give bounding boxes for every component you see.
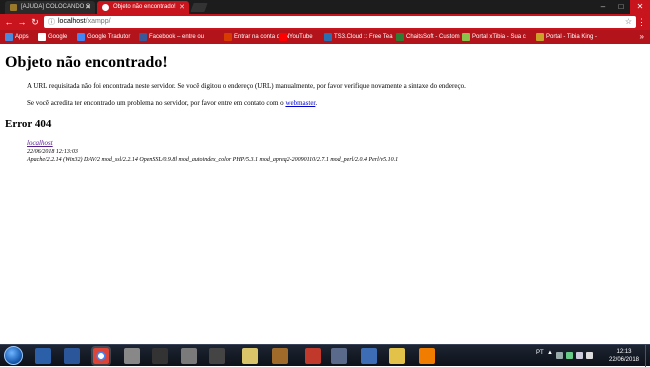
word-icon[interactable] (64, 348, 80, 364)
chaitssoft-icon (396, 33, 404, 41)
tab-close-icon[interactable]: ✕ (179, 1, 185, 14)
localhost-link[interactable]: localhost (27, 139, 53, 147)
bookmark-xtibia[interactable]: Portal xTibia - Sua c (461, 30, 533, 44)
webmaster-link[interactable]: webmaster (285, 99, 315, 107)
tab-label: [AJUDA] COLOCANDO S (21, 4, 91, 10)
tray-expand-icon[interactable]: ▲ (547, 350, 553, 356)
xtibia-icon (462, 33, 470, 41)
maximize-button[interactable]: □ (612, 0, 630, 14)
app-icon-7[interactable] (242, 348, 258, 364)
server-date: 22/06/2018 12:13:03 (27, 149, 78, 155)
app-icon-9[interactable] (305, 348, 321, 364)
youtube-icon (279, 33, 287, 41)
tray-icon-1[interactable] (556, 352, 563, 359)
tab-favicon-icon (102, 4, 109, 11)
menu-dots-icon[interactable]: ⋮ (637, 14, 646, 30)
chrome-icon[interactable] (93, 348, 109, 364)
bookmark-tibia-king[interactable]: Portal - Tibia King - (535, 30, 605, 44)
tab-label: Objeto não encontrado! (113, 4, 176, 10)
bookmark-youtube[interactable]: YouTube (278, 30, 326, 44)
app-icon-8[interactable] (272, 348, 288, 364)
bookmarks-bar: Apps Google Google Tradutor Facebook – e… (0, 30, 650, 44)
back-arrow-icon[interactable]: ← (3, 15, 15, 29)
show-desktop-button[interactable] (645, 345, 650, 367)
forward-arrow-icon[interactable]: → (16, 15, 28, 29)
taskbar: PT ▲ 12:13 22/06/2018 (0, 344, 650, 367)
bookmark-star-icon[interactable]: ☆ (625, 16, 632, 28)
reload-icon[interactable]: ↻ (29, 15, 41, 29)
ts3-icon (324, 33, 332, 41)
tray-icon-4[interactable] (586, 352, 593, 359)
server-address-block: localhost 22/06/2018 12:13:03 Apache/2.2… (27, 139, 398, 164)
page-title: Objeto não encontrado! (5, 54, 168, 71)
tab-favicon-icon (10, 4, 17, 11)
tab-close-icon[interactable]: ✕ (85, 1, 91, 14)
app-icon-1[interactable] (35, 348, 51, 364)
url-text: localhost/xampp/ (58, 18, 111, 25)
tab-objeto-nao-encontrado[interactable]: Objeto não encontrado! ✕ (97, 1, 189, 14)
server-signature: Apache/2.2.14 (Win32) DAV/2 mod_ssl/2.2.… (27, 157, 399, 163)
clock[interactable]: 12:13 22/06/2018 (606, 348, 642, 364)
bookmarks-overflow-icon[interactable]: » (640, 30, 644, 44)
bookmark-google-tradutor[interactable]: Google Tradutor (76, 30, 136, 44)
tibia-king-icon (536, 33, 544, 41)
address-bar[interactable]: ⓘ localhost/xampp/ ☆ (44, 16, 636, 28)
close-window-button[interactable]: ✕ (630, 0, 650, 14)
volume-icon[interactable] (576, 352, 583, 359)
app-icon-5[interactable] (181, 348, 197, 364)
folder-icon[interactable] (389, 348, 405, 364)
bookmark-facebook[interactable]: Facebook – entre ou (138, 30, 228, 44)
tab-ajuda[interactable]: [AJUDA] COLOCANDO S ✕ (5, 1, 95, 14)
app-icon-10[interactable] (331, 348, 347, 364)
google-icon (38, 33, 46, 41)
toolbar: ← → ↻ ⓘ localhost/xampp/ ☆ ⋮ (0, 14, 650, 30)
contact-paragraph: Se você acredita ter encontrado um probl… (27, 99, 318, 107)
apps-grid-icon (5, 33, 13, 41)
facebook-icon (139, 33, 147, 41)
xampp-icon[interactable] (419, 348, 435, 364)
error-code-heading: Error 404 (5, 118, 52, 130)
app-icon-ob[interactable] (124, 348, 140, 364)
bookmark-chaitssoft[interactable]: ChaitsSoft - Custom (395, 30, 465, 44)
bookmark-apps[interactable]: Apps (4, 30, 36, 44)
start-button[interactable] (4, 346, 23, 365)
page-content: Objeto não encontrado! A URL requisitada… (0, 44, 650, 344)
tab-strip: [AJUDA] COLOCANDO S ✕ Objeto não encontr… (0, 0, 650, 14)
new-tab-button[interactable] (190, 3, 208, 12)
language-indicator[interactable]: PT (536, 350, 544, 356)
app-icon-11[interactable] (361, 348, 377, 364)
error-description: A URL requisitada não foi encontrada nes… (27, 82, 466, 90)
translate-icon (77, 33, 85, 41)
minimize-button[interactable]: – (594, 0, 612, 14)
info-icon[interactable]: ⓘ (48, 17, 55, 27)
app-icon-4[interactable] (152, 348, 168, 364)
app-icon-6[interactable] (209, 348, 225, 364)
bookmark-ts3cloud[interactable]: TS3.Cloud :: Free Tea (323, 30, 397, 44)
microsoft-icon (224, 33, 232, 41)
bookmark-google[interactable]: Google (37, 30, 71, 44)
network-icon[interactable] (566, 352, 573, 359)
